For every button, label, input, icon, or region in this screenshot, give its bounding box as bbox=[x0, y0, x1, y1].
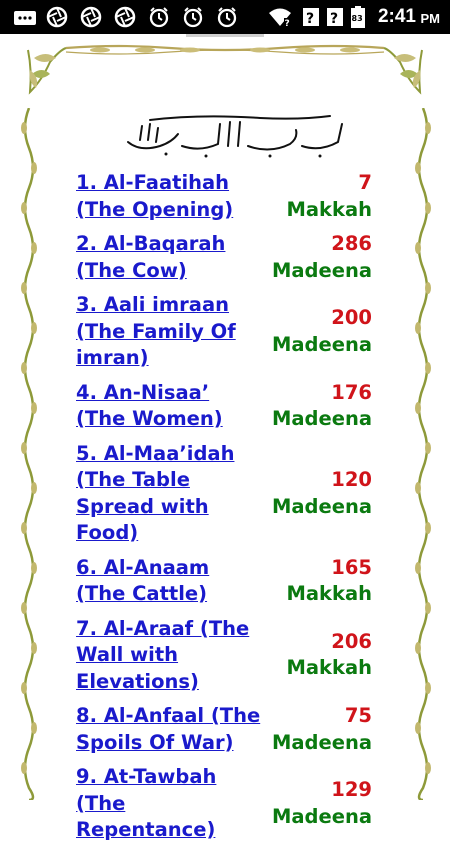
svg-text:?: ? bbox=[306, 11, 314, 27]
surah-name-link[interactable]: 5. Al-Maa’idah (The Table Spread with Fo… bbox=[76, 441, 261, 547]
corner-flourish-right-icon bbox=[383, 47, 423, 95]
aperture-icon bbox=[80, 6, 102, 28]
clock-time: 2:41 bbox=[377, 6, 416, 27]
aperture-icon bbox=[114, 6, 136, 28]
surah-list: 1. Al-Faatihah (The Opening) 7 Makkah 2. Al… bbox=[76, 170, 372, 852]
clock-ampm: PM bbox=[420, 11, 441, 26]
surah-name-link[interactable]: 7. Al-Araaf (The Wall with Elevations) bbox=[76, 616, 261, 696]
surah-meta: 120 Madeena bbox=[272, 467, 372, 520]
surah-name-link[interactable]: 4. An-Nisaa’ (The Women) bbox=[76, 380, 261, 433]
corner-flourish-left-icon bbox=[27, 47, 67, 95]
surah-meta: 286 Madeena bbox=[272, 231, 372, 284]
surah-meta: 206 Makkah bbox=[286, 629, 372, 682]
surah-revelation-place: Makkah bbox=[286, 197, 372, 221]
surah-row[interactable]: 5. Al-Maa’idah (The Table Spread with Fo… bbox=[76, 441, 372, 547]
surah-verse-count: 206 bbox=[331, 629, 372, 653]
ornamental-top-border bbox=[27, 44, 423, 95]
surah-verse-count: 200 bbox=[331, 306, 372, 330]
surah-revelation-place: Madeena bbox=[271, 332, 372, 356]
surah-verse-count: 7 bbox=[358, 171, 372, 194]
signal-unknown-icon: ? bbox=[302, 7, 320, 27]
surah-row[interactable]: 1. Al-Faatihah (The Opening) 7 Makkah bbox=[76, 170, 372, 223]
surah-verse-count: 176 bbox=[331, 380, 372, 404]
surah-revelation-place: Madeena bbox=[271, 258, 372, 282]
status-bar: ? ? ? 83 2:41 PM bbox=[0, 0, 450, 34]
aperture-icon bbox=[46, 6, 68, 28]
surah-meta: 129 Madeena bbox=[272, 777, 372, 830]
svg-text:?: ? bbox=[330, 11, 338, 27]
surah-verse-count: 120 bbox=[331, 468, 372, 491]
surah-revelation-place: Madeena bbox=[271, 494, 372, 518]
surah-row[interactable]: 2. Al-Baqarah (The Cow) 286 Madeena bbox=[76, 231, 372, 284]
surah-meta: 7 Makkah bbox=[286, 170, 372, 223]
surah-row[interactable]: 3. Aali imraan (The Family Of imran) 200 M… bbox=[76, 292, 372, 372]
surah-row[interactable]: 6. Al-Anaam (The Cattle) 165 Makkah bbox=[76, 555, 372, 608]
notification-icon bbox=[12, 7, 38, 27]
battery-icon: 83 bbox=[350, 6, 366, 28]
surah-name-link[interactable]: 8. Al-Anfaal (The Spoils Of War) bbox=[76, 703, 261, 756]
svg-text:?: ? bbox=[285, 19, 290, 27]
alarm-icon bbox=[216, 7, 238, 28]
vine-border-left bbox=[21, 108, 37, 800]
surah-row[interactable]: 7. Al-Araaf (The Wall with Elevations) 20… bbox=[76, 616, 372, 696]
surah-name-link[interactable]: 6. Al-Anaam (The Cattle) bbox=[76, 555, 261, 608]
surah-verse-count: 75 bbox=[344, 704, 372, 727]
signal-unknown-icon: ? bbox=[326, 7, 344, 27]
wifi-icon: ? bbox=[268, 7, 292, 27]
surah-revelation-place: Makkah bbox=[286, 582, 372, 605]
alarm-icon bbox=[148, 7, 170, 28]
vine-border-right bbox=[415, 108, 431, 800]
surah-name-link[interactable]: 2. Al-Baqarah (The Cow) bbox=[76, 231, 261, 284]
surah-name-link[interactable]: 3. Aali imraan (The Family Of imran) bbox=[76, 292, 261, 372]
surah-row[interactable]: 9. At-Tawbah (The Repentance) 129 Madeena bbox=[76, 764, 372, 844]
surah-verse-count: 165 bbox=[331, 555, 372, 579]
surah-name-link[interactable]: 9. At-Tawbah (The Repentance) bbox=[76, 764, 261, 844]
surah-verse-count: 286 bbox=[331, 232, 372, 255]
surah-name-link[interactable]: 1. Al-Faatihah (The Opening) bbox=[76, 170, 261, 223]
battery-level: 83 bbox=[352, 14, 363, 23]
surah-row[interactable]: 8. Al-Anfaal (The Spoils Of War) 75 Madeen… bbox=[76, 703, 372, 756]
surah-row[interactable]: 4. An-Nisaa’ (The Women) 176 Madeena bbox=[76, 380, 372, 433]
surah-revelation-place: Madeena bbox=[271, 804, 372, 828]
surah-meta: 75 Madeena bbox=[272, 703, 372, 756]
tab-indicator bbox=[186, 34, 264, 37]
surah-meta: 176 Madeena bbox=[272, 380, 372, 433]
surah-revelation-place: Madeena bbox=[271, 407, 372, 430]
surah-meta: 200 Madeena bbox=[272, 305, 372, 358]
bismillah-calligraphy-icon bbox=[127, 115, 343, 158]
alarm-icon bbox=[182, 7, 204, 28]
surah-revelation-place: Makkah bbox=[286, 656, 372, 680]
surah-revelation-place: Madeena bbox=[271, 730, 372, 754]
surah-meta: 165 Makkah bbox=[286, 555, 372, 608]
